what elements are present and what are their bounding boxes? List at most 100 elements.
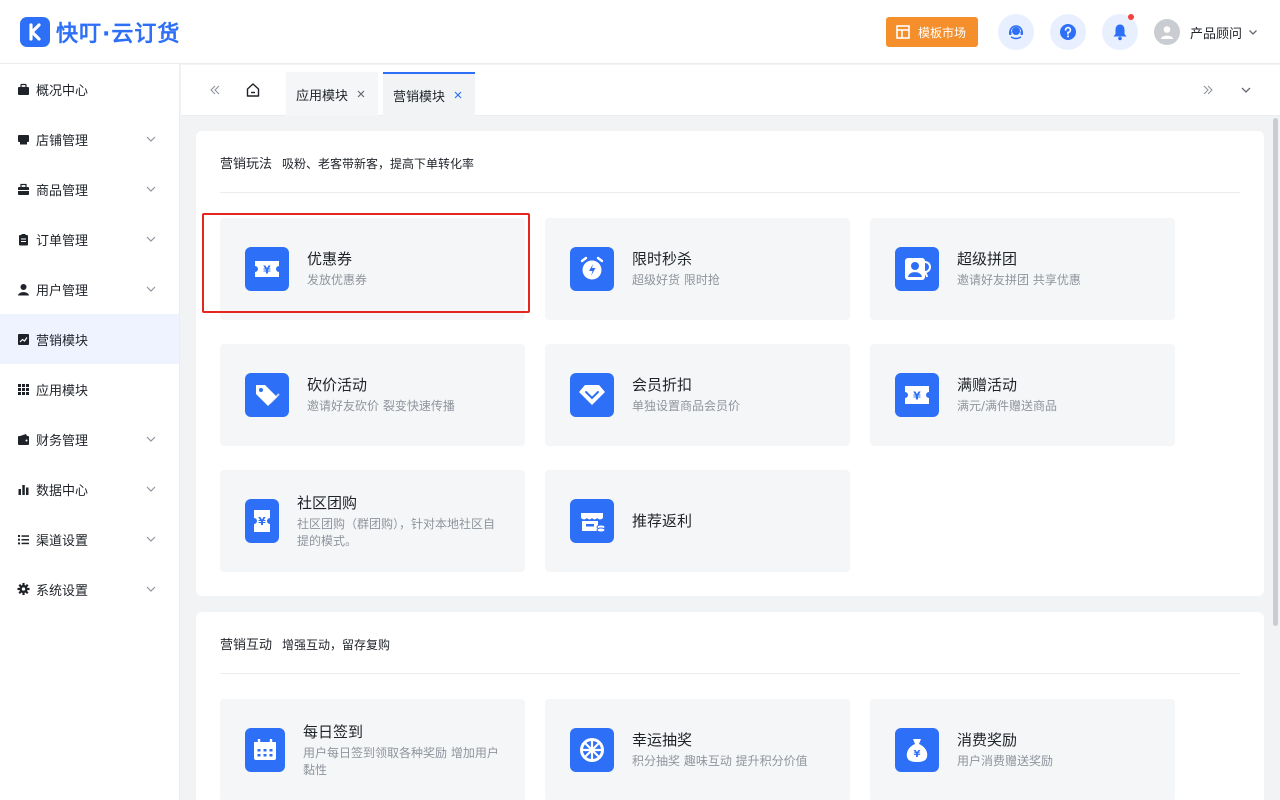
money-bag-icon: ¥ — [895, 728, 939, 772]
grid-icon — [17, 383, 30, 396]
top-header: 快叮·云订货 模板市场 产品顾问 — [0, 0, 1280, 64]
selection-highlight — [202, 213, 530, 313]
sidebar-item-label: 数据中心 — [36, 483, 89, 499]
sidebar-item-label: 应用模块 — [36, 383, 89, 399]
app-logo[interactable]: 快叮·云订货 — [20, 16, 180, 48]
card-desc: 邀请好友拼团 共享优惠 — [957, 273, 1081, 287]
sidebar-item-label: 营销模块 — [36, 333, 89, 349]
card-title: 消费奖励 — [957, 731, 1018, 749]
card-member-discount[interactable]: 会员折扣 单独设置商品会员价 — [545, 344, 850, 446]
card-daily-checkin[interactable]: 每日签到 用户每日签到领取各种奖励 增加用户黏性 — [220, 699, 525, 800]
card-title: 超级拼团 — [957, 250, 1018, 268]
avatar[interactable] — [1153, 19, 1180, 45]
card-spending-reward[interactable]: ¥ 消费奖励 用户消费赠送奖励 — [870, 699, 1175, 800]
clipboard-icon — [17, 233, 30, 246]
sidebar-item-users[interactable]: 用户管理 — [0, 264, 179, 314]
chevron-down-icon — [146, 286, 156, 292]
card-desc: 社区团购（群团购），针对本地社区自提的模式。 — [297, 517, 496, 548]
sidebar: 概况中心 店铺管理 商品管理 订单管理 用户管理 营销模块 应用模块 财务管理 … — [0, 64, 180, 800]
price-tag-icon — [245, 373, 289, 417]
card-lucky-draw[interactable]: 幸运抽奖 积分抽奖 趣味互动 提升积分价值 — [545, 699, 850, 800]
sidebar-item-label: 店铺管理 — [36, 133, 89, 149]
sidebar-item-finance[interactable]: 财务管理 — [0, 414, 179, 464]
template-icon — [896, 25, 910, 39]
double-chevron-right-icon[interactable] — [1199, 81, 1217, 99]
sidebar-item-store[interactable]: 店铺管理 — [0, 114, 179, 164]
sidebar-item-overview[interactable]: 概况中心 — [0, 64, 179, 114]
template-market-button[interactable]: 模板市场 — [885, 17, 978, 47]
user-avatar-icon — [1160, 26, 1174, 39]
tab-bar: 应用模块 营销模块 — [181, 65, 1280, 116]
chevron-down-icon — [146, 486, 156, 492]
home-icon[interactable] — [244, 81, 262, 99]
card-group-buy[interactable]: 超级拼团 邀请好友拼团 共享优惠 — [870, 218, 1175, 320]
tab-label: 应用模块 — [296, 88, 349, 104]
sidebar-item-system[interactable]: 系统设置 — [0, 564, 179, 614]
chevron-down-icon — [146, 186, 156, 192]
sidebar-item-products[interactable]: 商品管理 — [0, 164, 179, 214]
card-title: 砍价活动 — [307, 376, 368, 394]
divider — [220, 192, 1240, 193]
sidebar-item-label: 用户管理 — [36, 283, 89, 299]
tab-apps[interactable]: 应用模块 — [286, 72, 378, 116]
sidebar-item-label: 渠道设置 — [36, 533, 89, 549]
card-referral-rebate[interactable]: 推荐返利 — [545, 470, 850, 572]
chevron-down-icon[interactable] — [1248, 27, 1258, 37]
alarm-clock-icon — [570, 247, 614, 291]
help-button[interactable] — [1049, 14, 1086, 50]
briefcase-icon — [17, 83, 30, 96]
card-title: 幸运抽奖 — [632, 731, 693, 749]
sidebar-item-label: 商品管理 — [36, 183, 89, 199]
trend-chart-icon — [17, 333, 30, 346]
sidebar-item-label: 概况中心 — [36, 83, 89, 99]
bell-icon — [1113, 24, 1127, 41]
marketing-interaction-panel: 营销互动 增强互动，留存复购 每日签到 用户每日签到领取各种奖励 增加用户黏性 … — [196, 612, 1264, 800]
svg-text:¥: ¥ — [258, 515, 266, 528]
marketing-play-panel: 营销玩法 吸粉、老客带新客，提高下单转化率 ¥ 优惠券 发放优惠券 限时秒杀 超… — [196, 131, 1264, 596]
sidebar-item-label: 订单管理 — [36, 233, 89, 249]
store-icon — [17, 133, 30, 146]
card-desc: 邀请好友砍价 裂变快速传播 — [307, 399, 455, 413]
sidebar-item-label: 系统设置 — [36, 583, 89, 599]
section-subtitle: 吸粉、老客带新客，提高下单转化率 — [282, 157, 475, 171]
card-community-group[interactable]: ¥ 社区团购 社区团购（群团购），针对本地社区自提的模式。 — [220, 470, 525, 572]
help-icon — [1059, 24, 1076, 40]
sidebar-item-channel[interactable]: 渠道设置 — [0, 514, 179, 564]
box-icon — [17, 183, 30, 196]
double-chevron-left-icon[interactable] — [206, 81, 224, 99]
template-market-label: 模板市场 — [917, 25, 966, 40]
card-flash-sale[interactable]: 限时秒杀 超级好货 限时抢 — [545, 218, 850, 320]
chevron-down-icon[interactable] — [1237, 81, 1255, 99]
sidebar-item-orders[interactable]: 订单管理 — [0, 214, 179, 264]
list-icon — [17, 533, 30, 546]
group-users-icon — [895, 247, 939, 291]
community-ticket-icon: ¥ — [245, 499, 279, 543]
card-desc: 单独设置商品会员价 — [632, 399, 741, 413]
notification-button[interactable] — [1101, 14, 1138, 50]
customer-service-button[interactable] — [997, 14, 1034, 50]
user-icon — [17, 283, 30, 296]
card-title: 社区团购 — [297, 494, 358, 512]
card-desc: 满元/满件赠送商品 — [957, 399, 1058, 413]
tab-marketing[interactable]: 营销模块 — [383, 72, 475, 116]
scrollbar[interactable] — [1273, 118, 1278, 626]
section-subtitle: 增强互动，留存复购 — [282, 638, 391, 652]
shop-rebate-icon — [570, 499, 614, 543]
card-title: 会员折扣 — [632, 376, 693, 394]
close-icon[interactable] — [453, 90, 463, 100]
sidebar-item-data-center[interactable]: 数据中心 — [0, 464, 179, 514]
card-bargain[interactable]: 砍价活动 邀请好友砍价 裂变快速传播 — [220, 344, 525, 446]
bar-chart-icon — [17, 483, 30, 496]
gift-ticket-icon: ¥ — [895, 373, 939, 417]
close-icon[interactable] — [356, 89, 366, 99]
notification-dot — [1127, 14, 1134, 20]
card-desc: 积分抽奖 趣味互动 提升积分价值 — [632, 754, 808, 768]
card-title: 每日签到 — [303, 723, 364, 741]
sidebar-item-apps[interactable]: 应用模块 — [0, 364, 179, 414]
logo-mark-icon — [20, 16, 50, 47]
card-title: 满赠活动 — [957, 376, 1018, 394]
sidebar-item-marketing[interactable]: 营销模块 — [0, 314, 179, 364]
user-name[interactable]: 产品顾问 — [1190, 23, 1242, 42]
card-full-gift[interactable]: ¥ 满赠活动 满元/满件赠送商品 — [870, 344, 1175, 446]
chevron-down-icon — [146, 536, 156, 542]
